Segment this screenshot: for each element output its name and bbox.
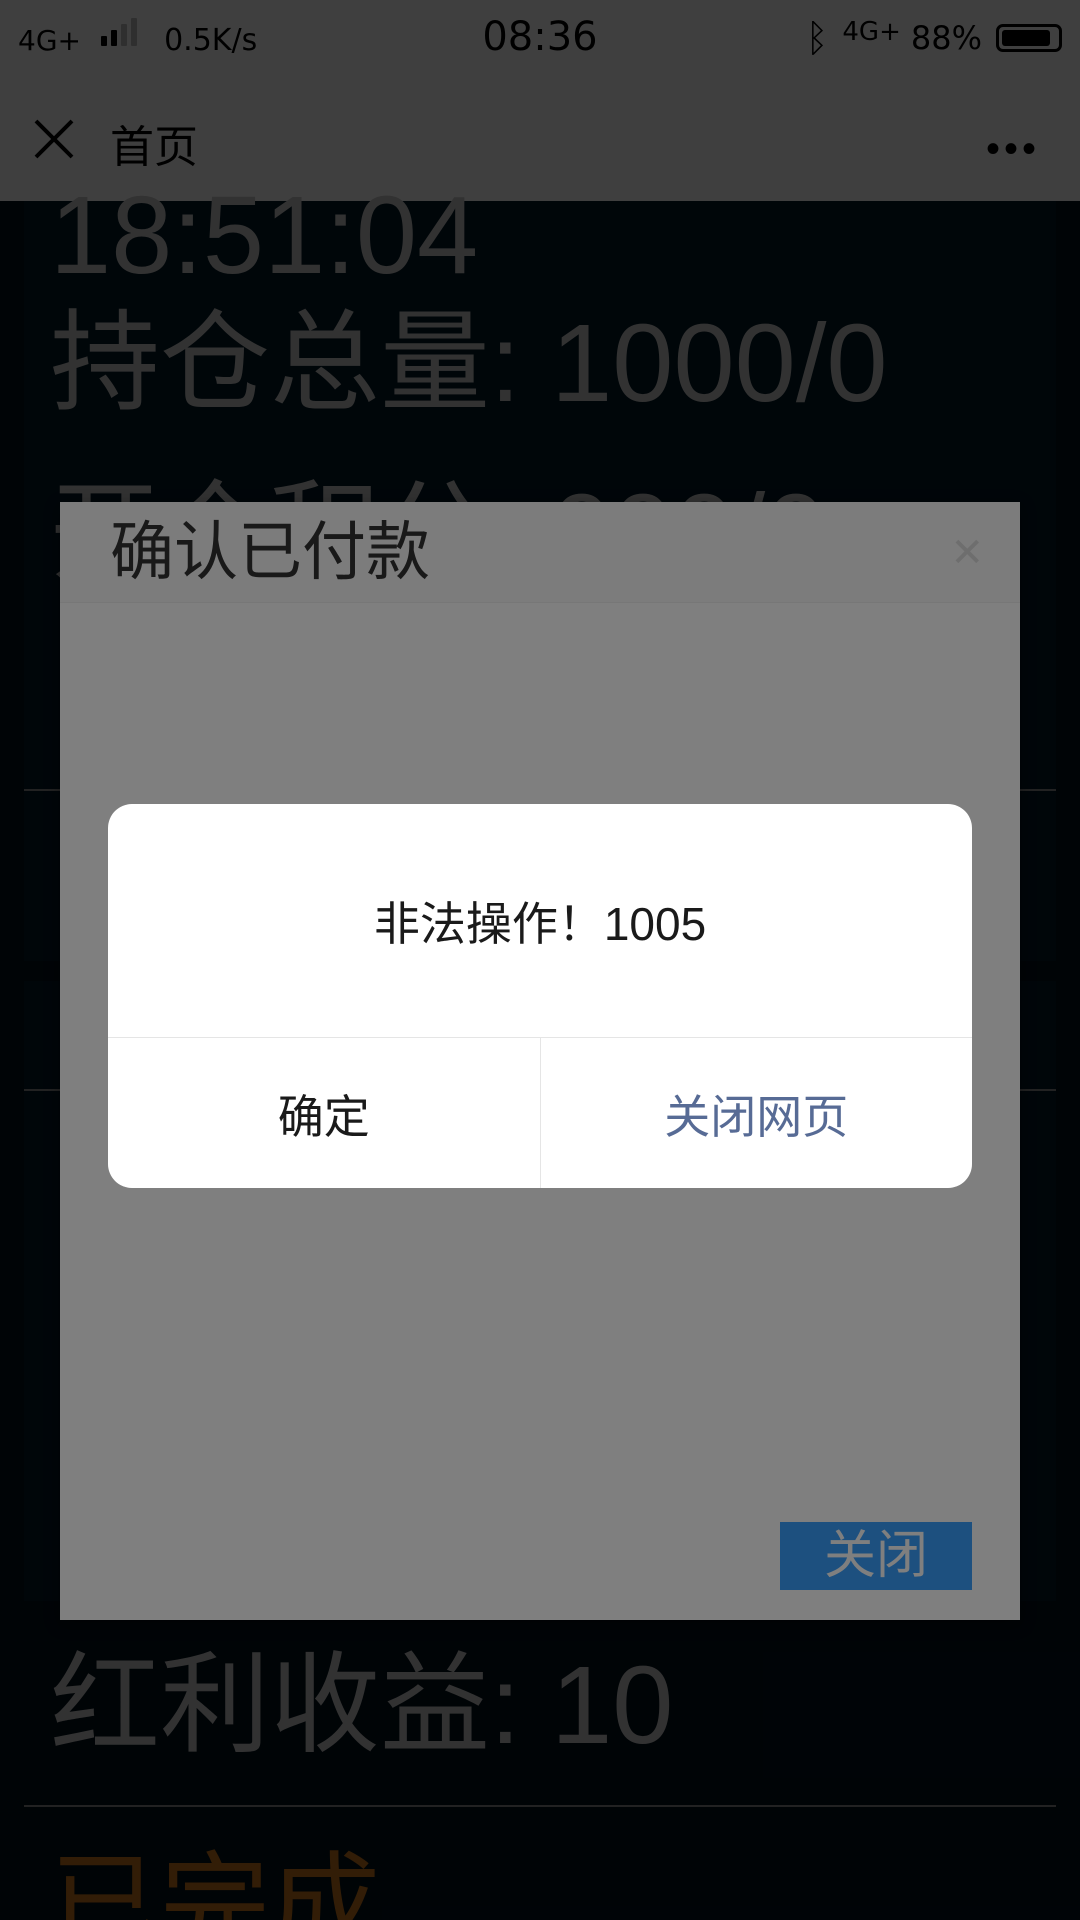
alert-actions: 确定 关闭网页 (108, 1038, 972, 1188)
screen: 4G+ 0.5K/s 08:36 ᛒ 4G+ 88% 首页 ••• 18:51:… (0, 0, 1080, 1920)
alert-dialog: 非法操作！1005 确定 关闭网页 (108, 804, 972, 1188)
alert-message: 非法操作！1005 (108, 804, 972, 1038)
close-page-button[interactable]: 关闭网页 (541, 1038, 973, 1188)
ok-button[interactable]: 确定 (108, 1038, 541, 1188)
